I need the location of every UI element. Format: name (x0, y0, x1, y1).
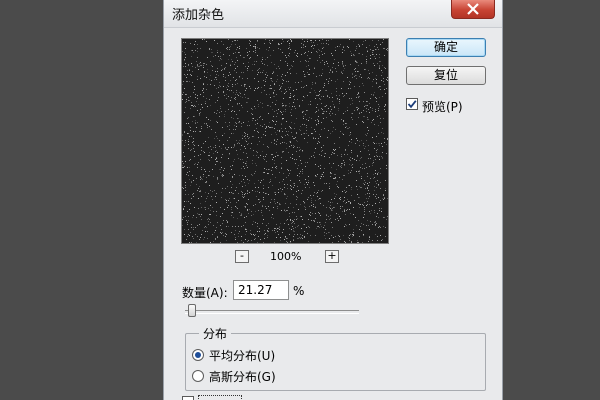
amount-slider-thumb[interactable] (188, 304, 196, 317)
checkmark-icon (407, 100, 417, 109)
amount-slider-track[interactable] (185, 310, 359, 314)
dialog-title: 添加杂色 (172, 8, 225, 23)
monochromatic-checkbox[interactable] (182, 396, 194, 400)
uniform-radio[interactable] (192, 349, 204, 361)
ok-button[interactable]: 确定 (406, 38, 486, 57)
zoom-in-button[interactable]: + (325, 250, 339, 263)
preview-checkbox[interactable] (406, 98, 418, 110)
add-noise-dialog: 添加杂色 - 100% + 确定 复位 预览(P) 数量(A): % 分布 平均… (163, 0, 503, 400)
noise-preview-image (182, 39, 388, 243)
amount-label: 数量(A): (182, 286, 228, 300)
close-icon (467, 3, 479, 15)
title-bar[interactable]: 添加杂色 (164, 0, 502, 28)
amount-input[interactable] (233, 280, 289, 300)
uniform-radio-label[interactable]: 平均分布(U) (209, 347, 275, 364)
gaussian-radio[interactable] (192, 370, 204, 382)
reset-button[interactable]: 复位 (406, 66, 486, 85)
zoom-level: 100% (270, 250, 302, 263)
zoom-out-button[interactable]: - (235, 250, 249, 263)
noise-preview[interactable] (181, 38, 389, 244)
monochromatic-focus-box (198, 395, 242, 400)
radio-selected-dot (195, 352, 201, 358)
amount-unit: % (293, 284, 305, 298)
gaussian-radio-label[interactable]: 高斯分布(G) (209, 368, 276, 385)
distribution-legend: 分布 (199, 325, 232, 342)
close-button[interactable] (451, 0, 495, 19)
preview-checkbox-label: 预览(P) (422, 100, 463, 114)
